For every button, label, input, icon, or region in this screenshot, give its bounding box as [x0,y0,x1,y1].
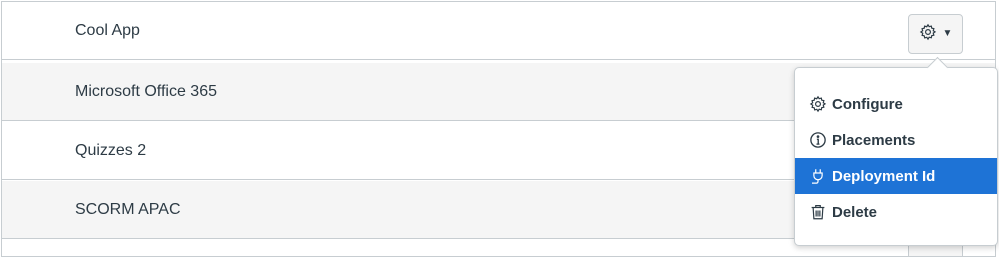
app-name: Microsoft Office 365 [75,82,217,100]
chevron-down-icon: ▼ [942,28,953,39]
menu-item-configure[interactable]: Configure [795,86,997,122]
app-name: Quizzes 2 [75,141,147,159]
menu-item-label: Delete [832,203,878,221]
menu-item-deployment-id[interactable]: Deployment Id [795,158,997,194]
menu-item-label: Placements [832,131,916,149]
info-icon [809,131,827,149]
menu-item-delete[interactable]: Delete [795,194,997,230]
gear-icon [809,95,827,113]
app-name: Cool App [75,21,140,39]
app-name: SCORM APAC [75,200,181,218]
app-settings-menu: Configure Placements Deployment Id Delet… [794,56,998,246]
trash-icon [809,203,827,221]
menu-item-placements[interactable]: Placements [795,122,997,158]
menu-item-label: Configure [832,95,903,113]
app-settings-button[interactable]: ▼ [908,14,963,54]
app-row-cool-app: Cool App ▼ [2,2,995,60]
menu-item-label: Deployment Id [832,167,936,185]
gear-icon [919,23,937,46]
plug-icon [809,167,827,185]
